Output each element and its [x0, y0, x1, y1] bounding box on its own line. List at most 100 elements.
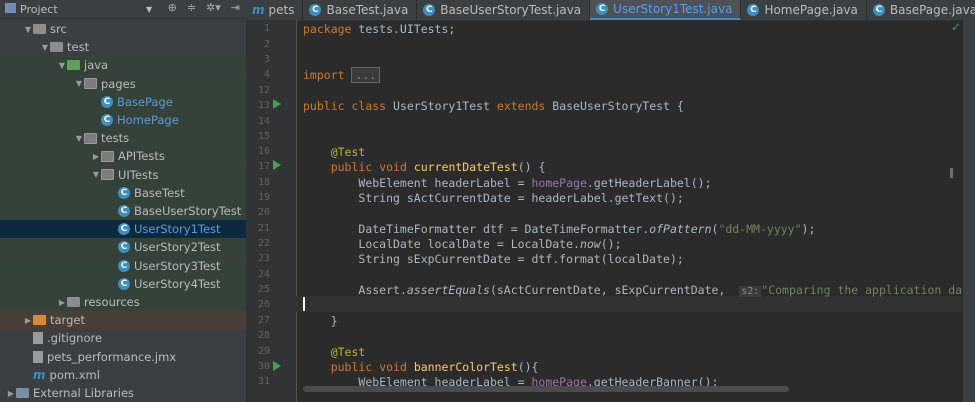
chevron-right-icon[interactable]: ▶ — [57, 298, 67, 307]
folded-imports[interactable]: ... — [351, 67, 381, 83]
tree-item[interactable]: ▶ resources — [0, 293, 246, 311]
line-number: 20 — [257, 207, 270, 218]
tree-item[interactable]: C UserStory3Test — [0, 256, 246, 275]
tree-item-label: src — [50, 22, 67, 36]
current-line-highlight — [296, 296, 975, 312]
code-line[interactable]: @Test — [303, 145, 366, 159]
tree-item-label: pets_performance.jmx — [47, 349, 177, 364]
code-line[interactable]: String sActCurrentDate = headerLabel.get… — [303, 191, 683, 205]
chevron-down-icon[interactable]: ▼ — [74, 79, 84, 88]
tree-item[interactable]: ▶ External Libraries — [0, 384, 246, 402]
class-icon: C — [747, 4, 760, 16]
gear-icon[interactable]: ✲▾ — [206, 1, 221, 14]
tree-item[interactable]: ▼ tests — [0, 129, 246, 148]
tab-baseuserstorytest-java[interactable]: C BaseUserStoryTest.java — [417, 0, 591, 20]
tree-item-label: pom.xml — [49, 367, 100, 382]
run-test-icon[interactable] — [273, 160, 281, 170]
code-line[interactable]: public class UserStory1Test extends Base… — [303, 99, 684, 113]
chevron-down-icon[interactable]: ▼ — [146, 5, 152, 14]
tree-item[interactable]: C UserStory1Test — [0, 220, 246, 239]
tree-item-label: UserStory4Test — [134, 276, 221, 291]
line-number: 19 — [257, 192, 270, 203]
tree-item[interactable]: ▶ APITests — [0, 147, 246, 166]
tree-item-label: test — [67, 40, 90, 55]
tree-item[interactable]: C UserStory4Test — [0, 274, 246, 293]
file-icon — [33, 332, 43, 345]
line-number: 29 — [257, 346, 270, 357]
line-number: 28 — [257, 330, 270, 341]
line-number: 24 — [257, 269, 270, 280]
tree-item[interactable]: m pom.xml — [0, 366, 246, 384]
folder-icon — [33, 24, 46, 34]
code-line[interactable]: Assert.assertEquals(sActCurrentDate, sEx… — [303, 283, 969, 297]
chevron-right-icon[interactable]: ▶ — [6, 389, 16, 398]
horizontal-scrollbar[interactable] — [303, 386, 789, 392]
class-icon: C — [118, 241, 130, 254]
tab-label: UserStory1Test.java — [613, 2, 733, 16]
chevron-down-icon[interactable]: ▼ — [57, 61, 67, 70]
folder-icon — [84, 78, 97, 90]
hide-icon[interactable]: ⇥ — [231, 1, 240, 14]
code-line[interactable]: } — [303, 314, 338, 328]
chevron-right-icon[interactable]: ▶ — [91, 152, 101, 161]
code-line[interactable]: import ... — [303, 67, 381, 83]
code-line[interactable]: public void bannerColorTest(){ — [303, 360, 539, 374]
tree-item-label: UserStory3Test — [134, 258, 221, 273]
code-line[interactable]: package tests.UITests; — [303, 22, 455, 36]
tab-basepage-java[interactable]: C BasePage.java — [867, 0, 975, 20]
code-line[interactable]: @Test — [303, 345, 366, 359]
file-icon — [33, 350, 43, 363]
tree-item[interactable]: ▼ src — [0, 20, 246, 38]
tab-pets[interactable]: m pets — [246, 0, 304, 20]
run-class-icon[interactable] — [273, 99, 281, 109]
line-number: 3 — [263, 54, 270, 65]
tree-item-label: UITests — [118, 167, 159, 182]
tab-label: pets — [268, 3, 295, 17]
chevron-down-icon[interactable]: ▼ — [23, 25, 33, 34]
tab-label: HomePage.java — [764, 3, 858, 17]
class-icon: C — [118, 186, 130, 199]
tree-item-label: UserStory1Test — [134, 222, 221, 237]
chevron-down-icon[interactable]: ▼ — [74, 134, 84, 143]
collapse-icon[interactable]: ≑ — [187, 1, 196, 14]
run-test-icon[interactable] — [273, 361, 281, 371]
tree-item[interactable]: pets_performance.jmx — [0, 348, 246, 366]
chevron-down-icon[interactable]: ▼ — [91, 170, 101, 179]
tree-item[interactable]: C BaseUserStoryTest — [0, 202, 246, 220]
tree-item-label: resources — [84, 295, 140, 309]
chevron-down-icon[interactable]: ▼ — [40, 43, 50, 52]
project-title[interactable]: Project — [20, 3, 58, 16]
tree-item-label: tests — [101, 131, 130, 146]
code-line[interactable]: public void currentDateTest() { — [303, 160, 546, 174]
tree-item-label: .gitignore — [47, 331, 103, 346]
tree-item[interactable]: C HomePage — [0, 111, 246, 129]
line-number: 2 — [263, 39, 270, 50]
line-number: 31 — [257, 376, 270, 387]
tree-item[interactable]: ▶ target — [0, 311, 246, 330]
code-line[interactable]: String sExpCurrentDate = dtf.format(loca… — [303, 252, 683, 266]
tree-item[interactable]: .gitignore — [0, 329, 246, 347]
chevron-right-icon[interactable]: ▶ — [23, 316, 33, 325]
tree-item[interactable]: C BasePage — [0, 92, 246, 111]
tab-userstory1test-java[interactable]: C UserStory1Test.java — [590, 0, 742, 20]
tree-item[interactable]: ▼ java — [0, 56, 246, 75]
code-line[interactable]: LocalDate localDate = LocalDate.now(); — [303, 237, 621, 251]
locate-icon[interactable]: ⊕ — [168, 1, 177, 14]
tab-homepage-java[interactable]: C HomePage.java — [741, 0, 867, 20]
code-line[interactable]: WebElement headerLabel = homePage.getHea… — [303, 176, 711, 190]
tab-label: BaseTest.java — [326, 3, 409, 17]
tree-item[interactable]: ▼ UITests — [0, 165, 246, 184]
tree-item[interactable]: ▼ pages — [0, 74, 246, 93]
maven-icon: m — [252, 3, 265, 17]
code-line[interactable]: DateTimeFormatter dtf = DateTimeFormatte… — [303, 222, 815, 236]
tree-item[interactable]: C BaseTest — [0, 183, 246, 202]
project-panel: Project ▼ ⊕ ≑ ✲▾ ⇥ ▼ src ▼ test ▼ java ▼ pages C… — [0, 0, 246, 402]
line-number: 25 — [257, 284, 270, 295]
tab-basetest-java[interactable]: C BaseTest.java — [303, 0, 418, 20]
right-tool-strip — [963, 20, 975, 402]
line-number: 1 — [263, 23, 270, 34]
tree-item-label: BaseUserStoryTest — [134, 204, 242, 218]
scroll-marker[interactable] — [950, 168, 953, 178]
tree-item[interactable]: ▼ test — [0, 38, 246, 56]
tree-item[interactable]: C UserStory2Test — [0, 238, 246, 257]
